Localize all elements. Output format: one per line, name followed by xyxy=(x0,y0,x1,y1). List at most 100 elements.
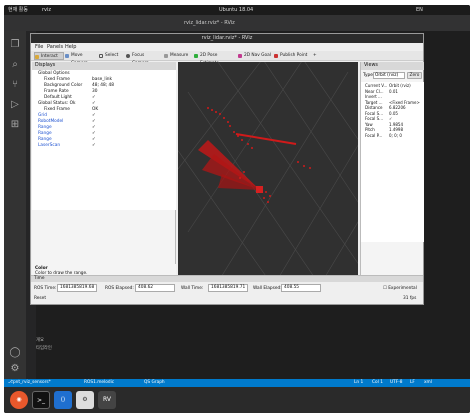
status-language[interactable]: xml xyxy=(424,379,432,387)
view-property-label: Focal P... xyxy=(365,132,383,138)
tool-move-camera[interactable]: Move Camera xyxy=(65,52,97,66)
status-eol[interactable]: LF xyxy=(410,379,415,387)
run-debug-icon[interactable]: ▷ xyxy=(9,99,21,111)
fps-label: 31 fps xyxy=(403,296,417,301)
vscode-statusbar: ⎇ pnt_rviz_sensors* ROS1.melodic QS Grap… xyxy=(4,379,470,387)
laser-point xyxy=(233,131,235,133)
settings-gear-icon[interactable]: ⚙ xyxy=(9,363,21,375)
select-icon xyxy=(99,54,103,58)
reset-button[interactable]: Reset xyxy=(34,295,46,302)
laser-point xyxy=(207,107,209,109)
views-panel: Views Type: Orbit (rviz) Zero Current V.… xyxy=(360,62,424,302)
3d-viewport[interactable] xyxy=(178,62,358,302)
rviz-window: rviz_lidar.rviz* - RViz File Panels Help… xyxy=(30,33,424,305)
wall-elapsed-label: Wall Elapsed: xyxy=(253,286,282,291)
focus-camera-icon xyxy=(126,54,130,58)
laser-point xyxy=(239,177,241,179)
timeline-section[interactable]: 타임라인 xyxy=(36,345,52,351)
display-tree-row[interactable]: LaserScan ✓ xyxy=(32,143,176,149)
tool-focus-camera[interactable]: Focus Camera xyxy=(126,52,162,66)
input-lang-label[interactable]: EN xyxy=(416,5,423,15)
laser-point xyxy=(211,109,213,111)
vscode-title: rviz_lidar.rviz* - RViz xyxy=(184,20,235,26)
displays-tree[interactable]: Global Options Fixed Frame base_link Backgr… xyxy=(32,70,176,210)
laser-point xyxy=(303,165,305,167)
grid-lines xyxy=(178,62,358,302)
rviz-icon[interactable]: RV xyxy=(98,391,116,409)
vscode-icon[interactable]: ⟨⟩ xyxy=(54,391,72,409)
nav-goal-icon xyxy=(238,54,242,58)
view-property-row[interactable]: Focal P... 0; 0; 0 xyxy=(361,133,424,139)
displays-panel: Displays Global Options Fixed Frame base_l… xyxy=(32,62,176,302)
view-type-select[interactable]: Orbit (rviz) xyxy=(373,72,405,79)
status-ros[interactable]: ROS1.melodic xyxy=(84,379,114,387)
account-icon[interactable]: ◯ xyxy=(9,347,21,359)
clock-label[interactable]: Ubuntu 18.04 xyxy=(219,5,253,15)
ros-time-field[interactable]: 1681385819.68 xyxy=(57,284,97,292)
activities-label[interactable]: 현재 활동 xyxy=(8,5,28,15)
extensions-icon[interactable]: ⊞ xyxy=(9,119,21,131)
time-panel-header: Time xyxy=(31,276,423,282)
status-line[interactable]: Ln 1 xyxy=(354,379,363,387)
explorer-icon[interactable]: ❐ xyxy=(9,39,21,51)
pose-estimate-icon xyxy=(194,54,198,58)
rviz-menubar: File Panels Help xyxy=(31,43,423,51)
views-panel-header: Views xyxy=(361,62,424,70)
laser-point xyxy=(229,125,231,127)
menu-file[interactable]: File xyxy=(35,43,43,51)
laser-point xyxy=(247,143,249,145)
ros-elapsed-label: ROS Elapsed: xyxy=(105,286,134,291)
tool-select[interactable]: Select xyxy=(99,52,121,60)
desktop-screen: 현재 활동 rviz Ubuntu 18.04 EN rviz_lidar.rv… xyxy=(4,5,470,413)
app-menu-label[interactable]: rviz xyxy=(42,5,51,15)
wall-time-field[interactable]: 1681385819.71 xyxy=(208,284,248,292)
ros-elapsed-field[interactable]: 408.62 xyxy=(135,284,175,292)
tool-2d-pose-estimate[interactable]: 2D Pose Estimate xyxy=(194,52,236,66)
display-tree-label: LaserScan xyxy=(38,143,61,148)
laser-point xyxy=(223,117,225,119)
move-camera-icon xyxy=(65,54,69,58)
search-icon[interactable]: ⌕ xyxy=(9,59,21,71)
interact-icon xyxy=(35,55,39,59)
status-branch[interactable]: ⎇ pnt_rviz_sensors* xyxy=(8,379,51,387)
tool-2d-nav-goal[interactable]: 2D Nav Goal xyxy=(238,52,272,60)
plus-icon: + xyxy=(313,53,317,58)
source-control-icon[interactable]: ⑂ xyxy=(9,79,21,91)
menu-help[interactable]: Help xyxy=(65,43,76,51)
tool-publish-point[interactable]: Publish Point xyxy=(274,52,310,60)
settings-icon[interactable]: ⚙ xyxy=(76,391,94,409)
dock-taskbar: ◉ >_ ⟨⟩ ⚙ RV xyxy=(4,387,470,413)
zero-button[interactable]: Zero xyxy=(407,72,422,79)
measure-icon xyxy=(164,54,168,58)
laser-point xyxy=(241,139,243,141)
os-top-bar: 현재 활동 rviz Ubuntu 18.04 EN xyxy=(4,5,470,15)
rviz-toolbar: Interact Move Camera Select Focus Camera… xyxy=(31,51,423,66)
tool-add-plus[interactable]: + xyxy=(313,52,323,60)
view-properties[interactable]: Current V... Orbit (rviz) Near Cl... 0.01 In… xyxy=(361,82,424,242)
publish-point-icon xyxy=(274,54,278,58)
laser-point xyxy=(243,171,245,173)
laser-point xyxy=(269,195,271,197)
experimental-checkbox[interactable]: ☐ Experimental xyxy=(383,285,417,292)
outline-section[interactable]: 개요 xyxy=(36,337,44,343)
displays-panel-header: Displays xyxy=(32,62,176,70)
rviz-titlebar: rviz_lidar.rviz* - RViz xyxy=(31,34,423,43)
laser-point xyxy=(215,111,217,113)
viewport-scene xyxy=(178,62,358,302)
status-graph[interactable]: QS Graph xyxy=(144,379,165,387)
vscode-activity-bar: ❐ ⌕ ⑂ ▷ ⊞ ◯ ⚙ xyxy=(4,31,26,379)
firefox-icon[interactable]: ◉ xyxy=(10,391,28,409)
laser-point xyxy=(309,167,311,169)
status-encoding[interactable]: UTF-8 xyxy=(390,379,403,387)
wall-elapsed-field[interactable]: 408.55 xyxy=(281,284,321,292)
menu-panels[interactable]: Panels xyxy=(47,43,63,51)
tool-measure[interactable]: Measure xyxy=(164,52,190,60)
display-tree-value: ✓ xyxy=(92,143,96,148)
experimental-label: Experimental xyxy=(388,286,417,291)
laser-point xyxy=(267,201,269,203)
laser-point xyxy=(297,161,299,163)
view-property-value: 0; 0; 0 xyxy=(389,132,402,138)
status-col[interactable]: Col 1 xyxy=(372,379,383,387)
terminal-icon[interactable]: >_ xyxy=(32,391,50,409)
tool-interact[interactable]: Interact xyxy=(34,52,64,60)
